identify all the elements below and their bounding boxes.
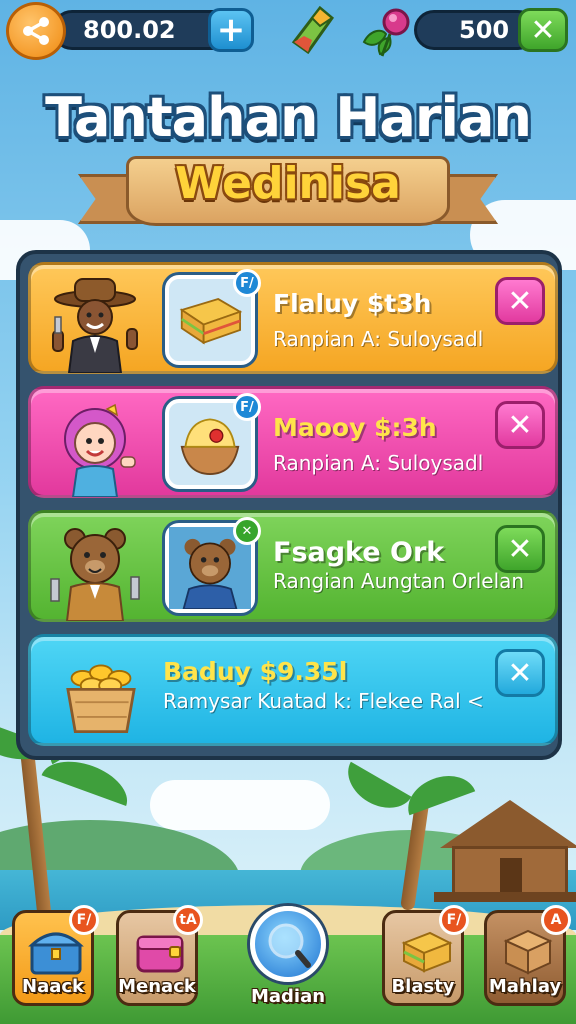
nav-label: Madian [250, 986, 326, 1007]
nav-badge: F/ [69, 905, 99, 935]
quest-item: F/ [165, 393, 261, 489]
bottom-nav: F/ Naack tA Menack Madian F/ Blasty A Ma… [0, 904, 576, 1024]
quest-card[interactable]: Baduy $9.35l Ramysar Kuatad k: Flekee Ra… [28, 634, 558, 746]
dismiss-quest-button[interactable]: ✕ [495, 649, 545, 697]
nav-badge: A [541, 905, 571, 935]
nav-item-menack[interactable]: tA Menack [116, 905, 203, 1006]
nav-label: Naack [22, 976, 84, 997]
close-button[interactable]: ✕ [518, 8, 568, 52]
nav-badge: tA [173, 905, 203, 935]
top-bar: 800.02 + 500 ✕ [0, 0, 576, 62]
nav-item-blasty[interactable]: F/ Blasty [382, 905, 469, 1006]
quest-panel: F/ Flaluy $t3h Ranpian A: Suloysadl ✕ F/… [16, 250, 562, 760]
quest-card[interactable]: ✕ Fsagke Ork Rangian Aungtan Orlelan ✕ [28, 510, 558, 622]
share-icon [23, 17, 49, 45]
quest-item: F/ [165, 269, 261, 365]
quest-description: Ranpian A: Suloysadl [273, 327, 484, 351]
dismiss-quest-button[interactable]: ✕ [495, 277, 545, 325]
quest-title: Maooy $:3h [273, 413, 437, 442]
nav-label: Mahlay [488, 976, 562, 997]
quest-item: ✕ [165, 517, 261, 613]
coin-basket-icon [66, 664, 136, 734]
cloud [150, 780, 330, 830]
item-badge: F/ [233, 269, 261, 297]
quest-title: Baduy $9.35l [163, 657, 348, 686]
dismiss-quest-button[interactable]: ✕ [495, 525, 545, 573]
quest-card[interactable]: F/ Maooy $:3h Ranpian A: Suloysadl ✕ [28, 386, 558, 498]
add-coins-button[interactable]: + [208, 8, 254, 52]
coins-value: 800.02 [83, 16, 176, 44]
item-badge: F/ [233, 393, 261, 421]
bear-character-icon [50, 528, 140, 621]
crystal-icon [291, 6, 334, 54]
nav-badge: F/ [439, 905, 469, 935]
gems-value: 500 [459, 16, 510, 44]
nav-item-madian[interactable]: Madian [250, 906, 326, 1007]
magnifier-icon [268, 923, 311, 968]
beach-hut [434, 800, 576, 910]
nav-item-naack[interactable]: F/ Naack [12, 905, 99, 1006]
rose-icon [362, 8, 410, 57]
quest-description: Rangian Aungtan Orlelan [273, 569, 525, 593]
quest-description: Ramysar Kuatad k: Flekee Ral < [163, 689, 484, 713]
page-title: Tantahan Harian [45, 86, 532, 149]
dismiss-quest-button[interactable]: ✕ [495, 401, 545, 449]
share-button[interactable] [6, 2, 66, 60]
item-badge: ✕ [233, 517, 261, 545]
girl-character-icon [64, 403, 136, 497]
quest-card[interactable]: F/ Flaluy $t3h Ranpian A: Suloysadl ✕ [28, 262, 558, 374]
quest-title: Flaluy $t3h [273, 289, 432, 318]
quest-description: Ranpian A: Suloysadl [273, 451, 484, 475]
nav-label: Menack [118, 976, 196, 997]
page-subtitle: Wedinisa [175, 158, 401, 209]
cowboy-character-icon [52, 278, 138, 373]
nav-label: Blasty [391, 976, 455, 997]
quest-title: Fsagke Ork [273, 537, 445, 568]
nav-item-mahlay[interactable]: A Mahlay [484, 905, 571, 1006]
